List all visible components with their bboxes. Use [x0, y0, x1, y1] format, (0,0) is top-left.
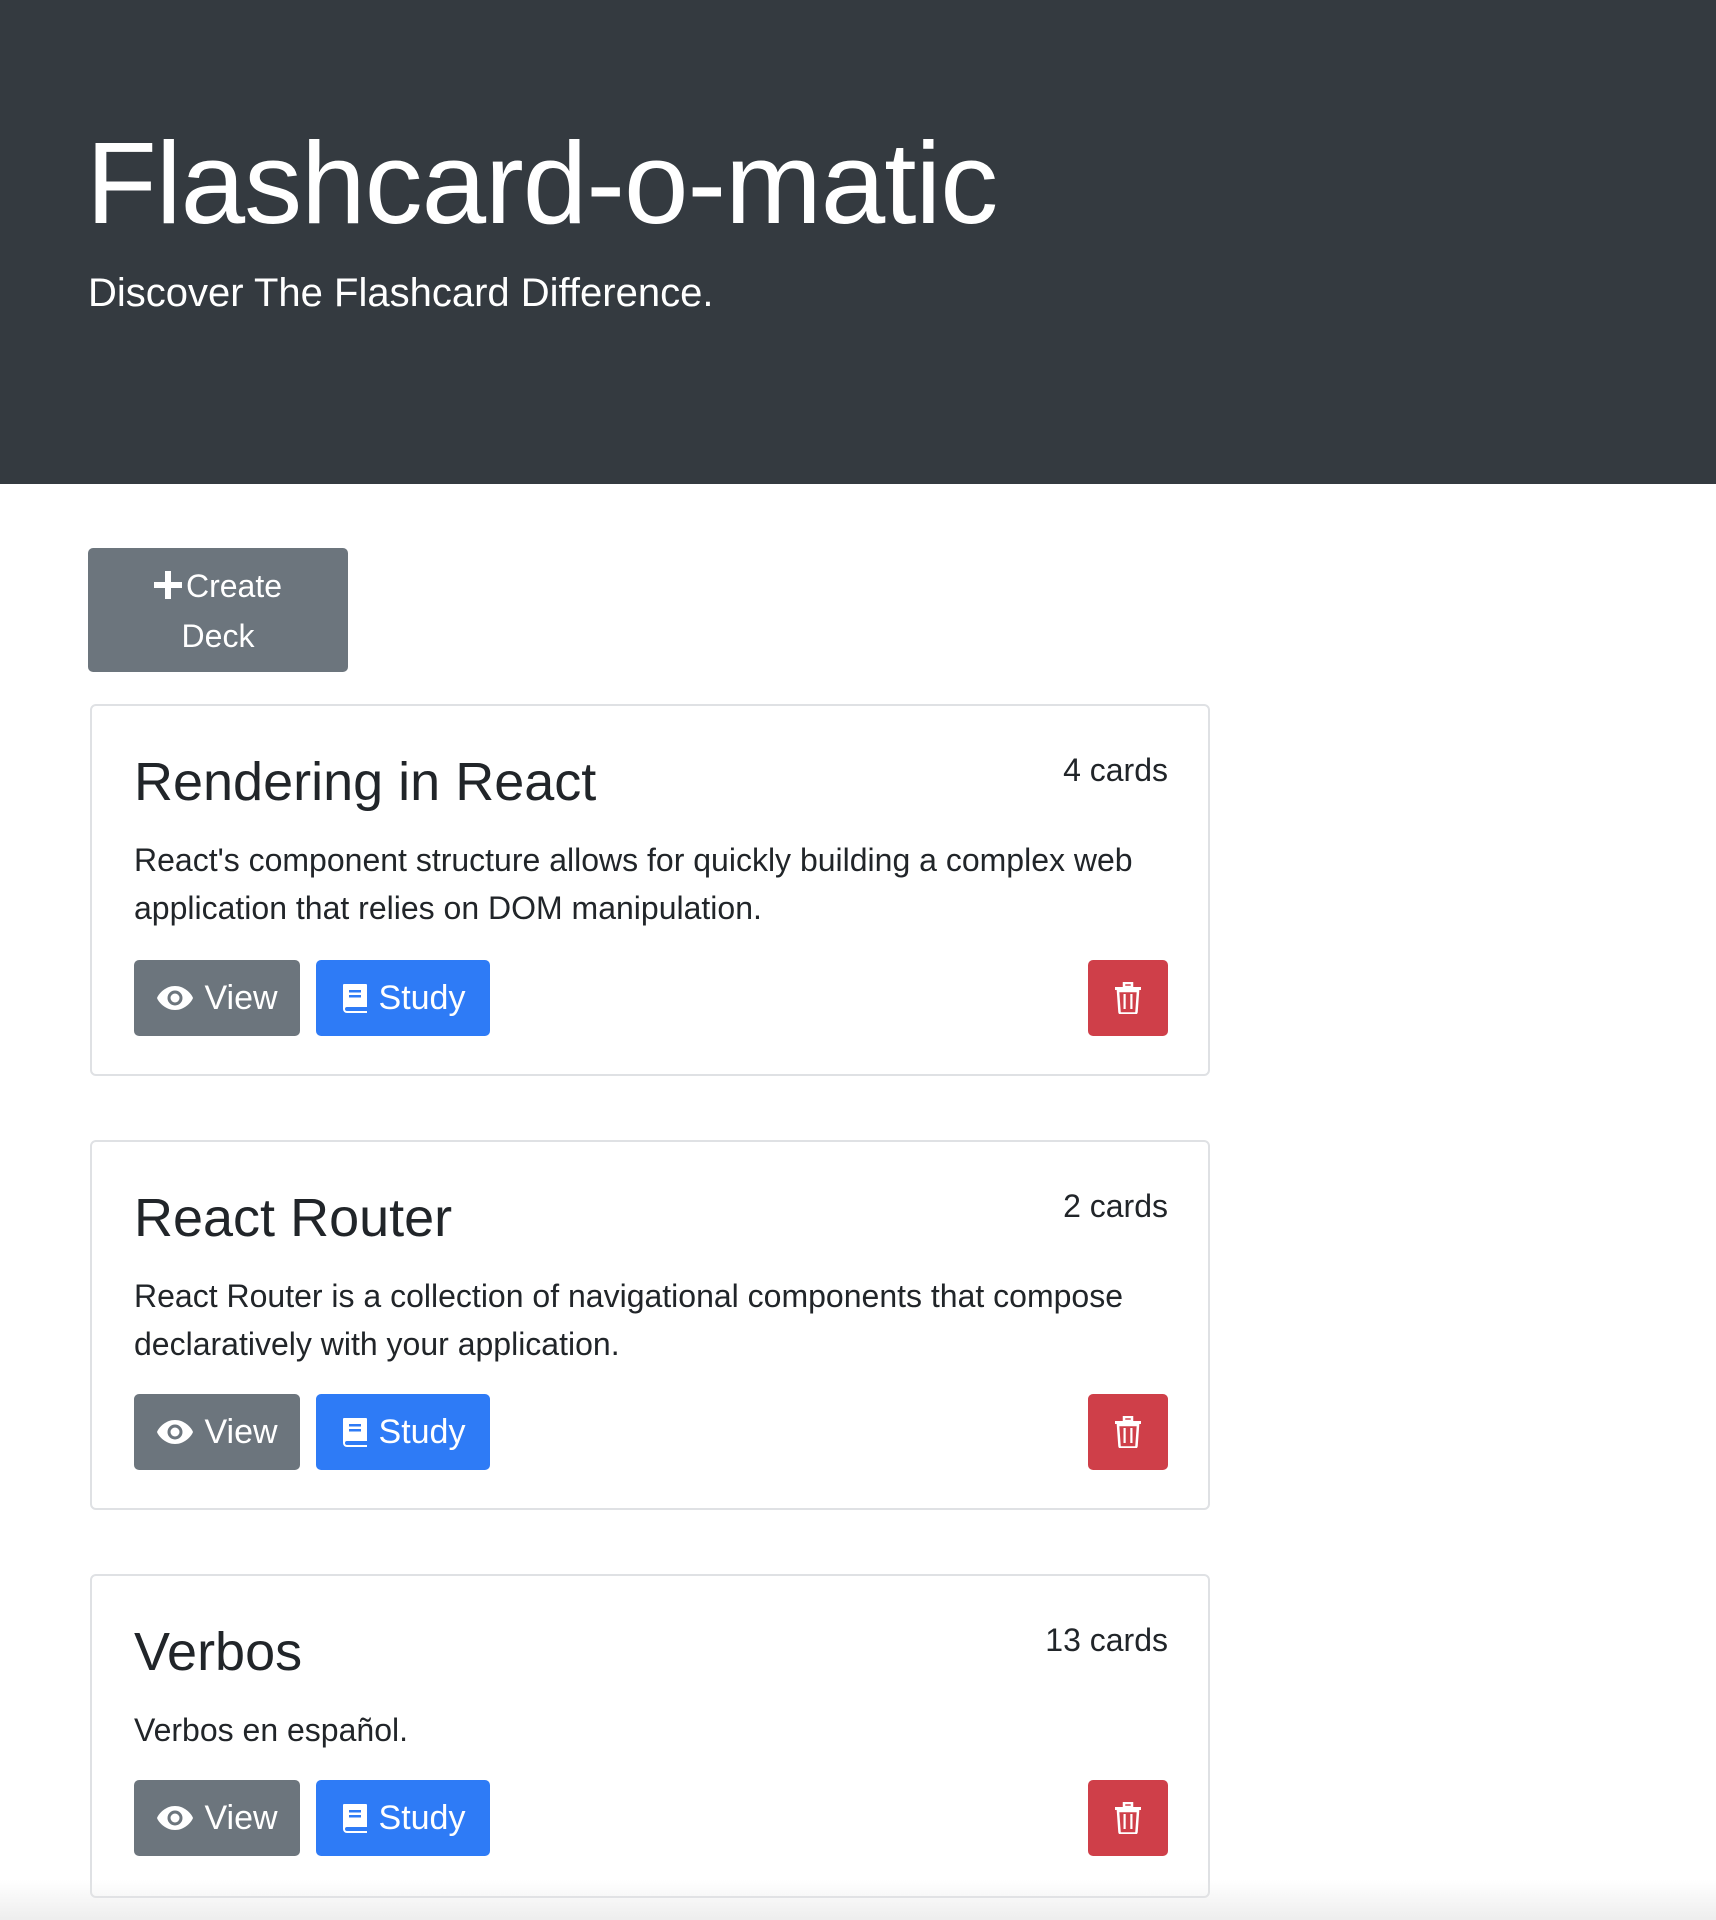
deck-title: Rendering in React: [134, 752, 597, 812]
study-label: Study: [378, 1413, 466, 1451]
view-label: View: [204, 1799, 278, 1837]
study-label: Study: [378, 1799, 466, 1837]
trash-icon: [1114, 1416, 1142, 1448]
study-deck-button[interactable]: Study: [316, 1780, 490, 1856]
view-deck-button[interactable]: View: [134, 1780, 300, 1856]
deck-description: React Router is a collection of navigati…: [134, 1278, 1123, 1362]
eye-icon: [156, 1419, 194, 1445]
study-deck-button[interactable]: Study: [316, 1394, 490, 1470]
deck-title: React Router: [134, 1188, 453, 1248]
plus-icon: [153, 564, 182, 612]
deck-card: React Router 2 cards React Router is a c…: [90, 1140, 1210, 1510]
book-icon: [341, 1802, 369, 1834]
delete-deck-button[interactable]: [1088, 1394, 1168, 1470]
eye-icon: [156, 985, 194, 1011]
trash-icon: [1114, 1802, 1142, 1834]
delete-deck-button[interactable]: [1088, 960, 1168, 1036]
deck-description: React's component structure allows for q…: [134, 842, 1133, 926]
book-icon: [341, 982, 369, 1014]
study-label: Study: [378, 979, 466, 1017]
app-title: Flashcard-o-matic: [86, 118, 998, 248]
delete-deck-button[interactable]: [1088, 1780, 1168, 1856]
deck-card: Verbos 13 cards Verbos en español. View …: [90, 1574, 1210, 1898]
deck-card-count: 2 cards: [1063, 1188, 1168, 1224]
create-deck-label-line1: Create: [185, 568, 283, 604]
create-deck-label-line2: Deck: [181, 618, 255, 654]
deck-card-count: 13 cards: [1045, 1622, 1168, 1658]
book-icon: [341, 1416, 369, 1448]
study-deck-button[interactable]: Study: [316, 960, 490, 1036]
deck-title: Verbos: [134, 1622, 303, 1682]
deck-description: Verbos en español.: [134, 1712, 408, 1748]
create-deck-button[interactable]: Create Deck: [88, 548, 348, 672]
view-label: View: [204, 1413, 278, 1451]
deck-card: Rendering in React 4 cards React's compo…: [90, 704, 1210, 1076]
app-subtitle: Discover The Flashcard Difference.: [88, 271, 714, 315]
view-deck-button[interactable]: View: [134, 1394, 300, 1470]
deck-card-count: 4 cards: [1063, 752, 1168, 788]
scroll-shadow: [0, 1880, 1716, 1920]
view-deck-button[interactable]: View: [134, 960, 300, 1036]
header-jumbotron: Flashcard-o-matic Discover The Flashcard…: [0, 0, 1716, 484]
view-label: View: [204, 979, 278, 1017]
eye-icon: [156, 1805, 194, 1831]
trash-icon: [1114, 982, 1142, 1014]
